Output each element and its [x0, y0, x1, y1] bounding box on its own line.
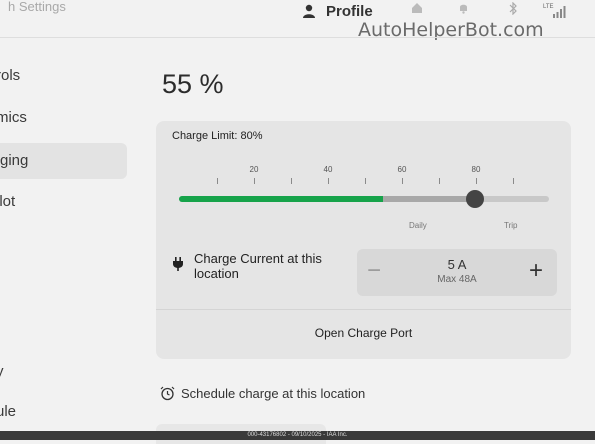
tick-label-20: 20: [249, 165, 259, 174]
sidebar-item-label: y: [0, 363, 4, 380]
charge-limit-range: [382, 196, 475, 202]
lte-label: LTE: [543, 4, 554, 10]
bluetooth-icon[interactable]: [509, 2, 518, 15]
slider-tick: [254, 178, 255, 184]
sidebar-item-controls[interactable]: rols: [0, 58, 20, 94]
battery-percent: 55 %: [162, 69, 224, 99]
charging-card: Charge Limit: 80% 20 40 60 80 Daily Trip…: [156, 121, 571, 359]
slider-tick: [439, 178, 440, 184]
schedule-charge-label: Schedule charge at this location: [181, 386, 366, 401]
slider-tick: [217, 178, 218, 184]
sidebar-item-schedule[interactable]: ule: [0, 394, 16, 430]
bell-icon[interactable]: [458, 2, 469, 14]
person-icon: [303, 4, 315, 18]
current-value: 5 A: [447, 257, 467, 272]
profile-label: Profile: [326, 2, 373, 20]
slider-tick: [476, 178, 477, 184]
sidebar-item-label: ilot: [0, 193, 16, 210]
top-bar: h Settings Profile LTE AutoHelperBot.com: [0, 0, 595, 41]
charge-limit-slider[interactable]: [179, 190, 549, 208]
trip-label: Trip: [504, 221, 518, 230]
home-icon[interactable]: [411, 2, 423, 14]
sidebar-item-safety[interactable]: y: [0, 354, 4, 390]
page-title: h Settings: [8, 0, 66, 14]
sidebar-item-label: ule: [0, 403, 17, 420]
increase-current-button[interactable]: +: [529, 257, 543, 285]
alarm-clock-icon: [160, 386, 175, 401]
signal-icon: [553, 6, 566, 18]
footer-caption: 000-43176802 - 09/10/2025 - IAA Inc.: [0, 431, 595, 440]
slider-tick: [513, 178, 514, 184]
current-max: Max 48A: [437, 274, 477, 285]
sidebar-item-label: mics: [0, 109, 27, 126]
sidebar-item-label: ging: [0, 152, 29, 169]
sidebar: rols mics ging ilot y ule: [0, 38, 140, 440]
slider-tick: [328, 178, 329, 184]
plug-icon: [173, 257, 183, 271]
sidebar-item-dynamics[interactable]: mics: [0, 100, 27, 136]
profile-button[interactable]: Profile: [302, 1, 373, 21]
tick-label-80: 80: [471, 165, 481, 174]
charge-current-label: Charge Current at this location: [194, 251, 322, 281]
charge-limit-label: Charge Limit: 80%: [172, 130, 263, 142]
schedule-charge-button[interactable]: Schedule charge at this location: [160, 386, 365, 401]
daily-label: Daily: [409, 221, 427, 230]
tick-label-40: 40: [323, 165, 333, 174]
sidebar-item-charging[interactable]: ging: [0, 143, 127, 179]
charge-level-fill: [179, 196, 383, 202]
tick-label-60: 60: [397, 165, 407, 174]
sidebar-item-label: rols: [0, 67, 21, 84]
card-divider: [156, 309, 571, 310]
slider-tick: [365, 178, 366, 184]
slider-handle[interactable]: [466, 190, 484, 208]
sidebar-item-autopilot[interactable]: ilot: [0, 184, 15, 220]
charge-current-stepper: − 5 A Max 48A +: [357, 249, 557, 296]
slider-tick: [291, 178, 292, 184]
open-charge-port-button[interactable]: Open Charge Port: [156, 326, 571, 340]
slider-tick: [402, 178, 403, 184]
